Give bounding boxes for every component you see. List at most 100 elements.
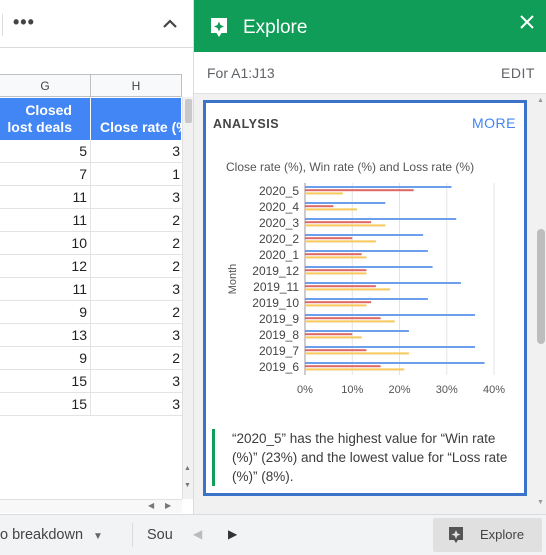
toolbar-divider xyxy=(2,14,3,36)
cell-header-close-rate[interactable]: Close rate (%) xyxy=(91,98,182,140)
bar xyxy=(305,346,476,348)
spreadsheet: ••• G H Closed lost deals Close rate (%)… xyxy=(0,0,193,555)
table-row: 71 xyxy=(0,163,182,186)
cell-close-rate[interactable]: 2 xyxy=(91,232,182,254)
cell-closed-lost[interactable]: 13 xyxy=(0,324,91,346)
edit-range-button[interactable]: EDIT xyxy=(501,65,535,81)
cell-close-rate[interactable]: 3 xyxy=(91,278,182,300)
x-tick-label: 30% xyxy=(436,384,458,396)
table-row: 10 2 xyxy=(0,232,182,255)
tab-divider xyxy=(132,523,133,547)
tab-menu-caret-icon[interactable]: ▼ xyxy=(93,517,103,555)
tab-scroll-right-icon[interactable]: ▶ xyxy=(228,527,237,541)
analysis-card[interactable]: ANALYSIS MORE Close rate (%), Win rate (… xyxy=(203,100,527,496)
bar xyxy=(305,362,485,364)
bar xyxy=(305,192,343,195)
cell-close-rate[interactable]: 3 xyxy=(91,393,182,415)
bar xyxy=(305,253,362,256)
cell-close-rate[interactable]: 1 xyxy=(91,163,182,185)
explore-icon xyxy=(446,525,466,550)
bar xyxy=(305,272,367,275)
cell-closed-lost[interactable]: 12 xyxy=(0,255,91,277)
cell-closed-lost[interactable]: 10 xyxy=(0,232,91,254)
scrollbar-thumb[interactable] xyxy=(185,99,192,123)
sheet-vertical-scrollbar[interactable]: ▲ ▼ xyxy=(182,97,193,499)
tab-scroll-left-icon[interactable]: ◀ xyxy=(193,527,202,541)
scroll-down-icon[interactable]: ▼ xyxy=(184,482,191,489)
cell-close-rate[interactable]: 3 xyxy=(91,140,182,162)
cell-closed-lost[interactable]: 15 xyxy=(0,370,91,392)
bar xyxy=(305,317,381,320)
table-row: 11 2 xyxy=(0,209,182,232)
collapse-toolbar-icon[interactable] xyxy=(163,16,177,34)
panel-scroll-down-icon[interactable]: ▼ xyxy=(537,499,544,506)
x-tick-label: 0% xyxy=(297,384,313,396)
column-headers: G H xyxy=(0,74,182,97)
table-row: 92 xyxy=(0,347,182,370)
cell-close-rate[interactable]: 2 xyxy=(91,209,182,231)
explore-panel: Explore For A1:J13 EDIT ANALYSIS MORE Cl… xyxy=(193,0,546,514)
app-window: ••• G H Closed lost deals Close rate (%)… xyxy=(0,0,546,555)
cell-close-rate[interactable]: 3 xyxy=(91,186,182,208)
table-row: 92 xyxy=(0,301,182,324)
bar xyxy=(305,250,428,252)
bar xyxy=(305,285,376,288)
cell-closed-lost[interactable]: 9 xyxy=(0,301,91,323)
y-tick-label: 2019_10 xyxy=(252,296,299,310)
sheet-tabs-bar: o breakdown ▼ Sou ◀ ▶ Explore xyxy=(0,514,546,555)
bar xyxy=(305,208,357,211)
cell-closed-lost[interactable]: 7 xyxy=(0,163,91,185)
cell-closed-lost[interactable]: 5 xyxy=(0,140,91,162)
explore-button-label: Explore xyxy=(480,527,525,542)
tab-source[interactable]: Sou xyxy=(140,515,180,555)
cell-close-rate[interactable]: 2 xyxy=(91,301,182,323)
bar xyxy=(305,186,452,188)
panel-scroll-up-icon[interactable]: ▲ xyxy=(537,97,544,104)
table-row: 13 3 xyxy=(0,324,182,347)
panel-title: Explore xyxy=(243,17,308,38)
cell-closed-lost[interactable]: 11 xyxy=(0,186,91,208)
table-row: 11 3 xyxy=(0,278,182,301)
bar xyxy=(305,234,424,236)
tab-breakdown[interactable]: o breakdown ▼ xyxy=(0,515,127,555)
bar xyxy=(305,237,353,240)
cell-close-rate[interactable]: 3 xyxy=(91,370,182,392)
panel-scrollbar[interactable]: ▲ ▼ xyxy=(534,94,546,514)
bar xyxy=(305,352,409,355)
toolbar: ••• xyxy=(0,0,193,48)
cell-close-rate[interactable]: 3 xyxy=(91,324,182,346)
cell-closed-lost[interactable]: 11 xyxy=(0,209,91,231)
sheet-horizontal-scrollbar[interactable]: ◀ ▶ xyxy=(0,499,182,513)
table-row: 53 xyxy=(0,140,182,163)
bar xyxy=(305,336,362,339)
bar xyxy=(305,269,367,272)
cell-closed-lost[interactable]: 11 xyxy=(0,278,91,300)
cell-header-closed-lost[interactable]: Closed lost deals xyxy=(0,98,91,140)
bar-chart[interactable]: Close rate (%), Win rate (%) and Loss ra… xyxy=(206,103,524,423)
cell-closed-lost[interactable]: 9 xyxy=(0,347,91,369)
y-tick-label: 2019_12 xyxy=(252,264,299,278)
more-options-button[interactable]: ••• xyxy=(13,12,35,33)
y-tick-label: 2019_9 xyxy=(259,312,299,326)
cell-closed-lost[interactable]: 15 xyxy=(0,393,91,415)
data-rows: 5 3 7 1 11 3 11 2 10 2 12 2 11 3 9 2 13 3 9 2 15 3 15 3 xyxy=(0,140,182,416)
explore-header: Explore xyxy=(194,0,546,52)
y-tick-label: 2019_6 xyxy=(259,360,299,374)
column-header-g[interactable]: G xyxy=(0,75,91,97)
y-tick-label: 2020_4 xyxy=(259,200,299,214)
cell-close-rate[interactable]: 2 xyxy=(91,255,182,277)
bar xyxy=(305,368,405,371)
cell-close-rate[interactable]: 2 xyxy=(91,347,182,369)
scroll-right-icon[interactable]: ▶ xyxy=(165,501,171,510)
y-tick-label: 2020_1 xyxy=(259,248,299,262)
close-icon[interactable] xyxy=(519,14,535,35)
bar xyxy=(305,288,391,291)
column-header-h[interactable]: H xyxy=(91,75,182,97)
scroll-up-icon[interactable]: ▲ xyxy=(184,465,191,472)
panel-scrollbar-thumb[interactable] xyxy=(537,229,545,344)
bar xyxy=(305,298,428,300)
y-tick-label: 2020_5 xyxy=(259,184,299,198)
bar xyxy=(305,304,367,307)
scroll-left-icon[interactable]: ◀ xyxy=(148,501,154,510)
explore-button[interactable]: Explore xyxy=(433,518,542,552)
